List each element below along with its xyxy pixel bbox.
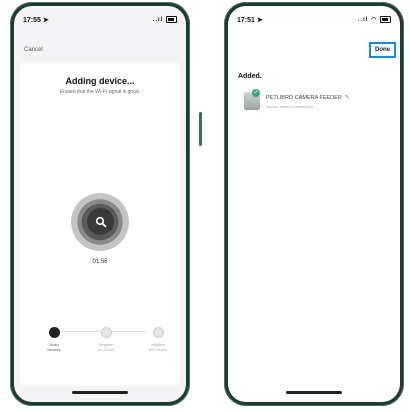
status-bar: 17:51 ➤ ..ıl ◠ [237,16,391,26]
step-label: Register on Cloud [97,342,114,352]
step-indicator [152,327,164,338]
page-title: Adding device... [65,76,135,86]
check-icon: ✓ [252,89,260,97]
countdown-timer: 01:56 [92,259,108,265]
phone-frame-right: 17:51 ➤ ..ıl ◠ Done Added. ✓ PETLIBRO CA… [224,2,404,406]
step-indicator [100,327,112,338]
added-heading: Added. [238,73,262,80]
side-button [199,112,202,146]
wifi-icon: ◠ [371,17,378,24]
device-list-item[interactable]: ✓ PETLIBRO CAMERA FEEDER ✎ Device added s… [244,89,390,116]
done-button[interactable]: Done [369,42,396,58]
status-icons: ..ıl ◠ [358,16,391,23]
pencil-icon[interactable]: ✎ [345,95,350,101]
status-bar: 17:55 ➤ ..ıl [23,16,177,26]
device-status: Device added successfully [266,104,314,109]
step-register-cloud: Register on Cloud [86,327,126,352]
battery-icon [380,16,391,23]
step-indicator [48,327,60,338]
status-icons: ..ıl [153,16,177,23]
battery-icon [166,16,177,23]
step-label: Scan devices [47,342,61,352]
status-time: 17:51 ➤ [237,17,263,24]
phone-frame-left: 17:55 ➤ ..ıl Cancel Adding device... Ens… [10,2,202,406]
step-scan-devices: Scan devices [34,327,74,352]
adding-device-card: Adding device... Ensure that the Wi-Fi s… [20,62,180,386]
status-time: 17:55 ➤ [23,17,49,24]
scan-indicator [87,208,114,235]
location-arrow-icon: ➤ [256,17,263,24]
search-icon [95,216,106,227]
signal-icon: ..ıl [152,17,164,24]
signal-icon: ..ıl [357,17,369,24]
device-added-screen: 17:51 ➤ ..ıl ◠ Done Added. ✓ PETLIBRO CA… [228,6,400,402]
home-indicator[interactable] [72,391,128,394]
location-arrow-icon: ➤ [42,17,49,24]
cancel-button[interactable]: Cancel [24,47,43,53]
adding-device-screen: 17:55 ➤ ..ıl Cancel Adding device... Ens… [14,6,186,402]
step-label: Initialize the device [148,342,168,352]
page-subtitle: Ensure that the Wi-Fi signal is good. [59,89,141,95]
device-name: PETLIBRO CAMERA FEEDER ✎ [266,95,350,101]
home-indicator[interactable] [286,391,342,394]
step-initialize-device: Initialize the device [138,327,178,352]
